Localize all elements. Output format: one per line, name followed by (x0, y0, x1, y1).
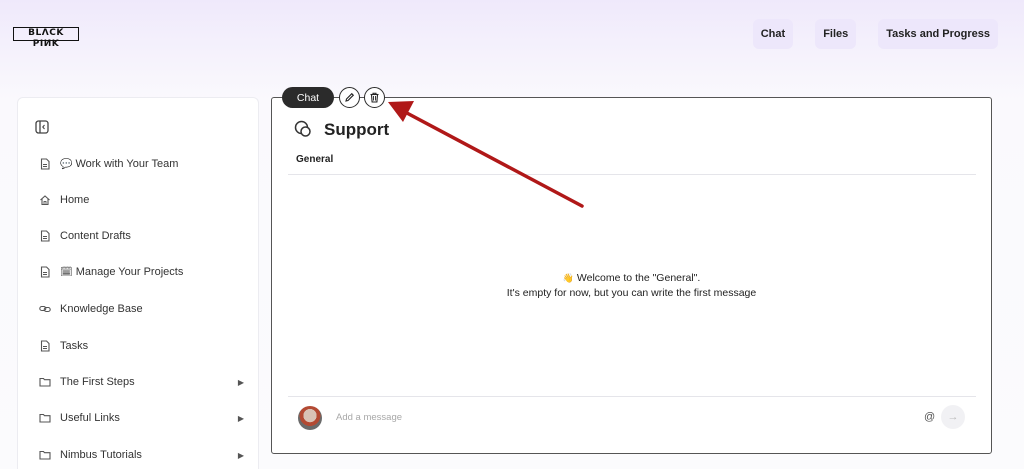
sidebar-item-the-first-steps[interactable]: The First Steps ▶ (39, 372, 244, 392)
folder-icon (39, 450, 51, 460)
chat-block-label[interactable]: Chat (282, 87, 334, 108)
tab-general[interactable]: General (296, 154, 333, 165)
sidebar-item-manage-your-projects[interactable]: 🗓 Manage Your Projects (39, 262, 244, 282)
sidebar-item-label: Useful Links (60, 412, 120, 424)
sidebar-item-label: Work with Your Team (75, 158, 179, 170)
welcome-line-1: Welcome to the "General". (576, 272, 701, 284)
chat-bubbles-icon (294, 120, 311, 137)
sidebar-item-label: The First Steps (60, 376, 135, 388)
top-navigation: Chat Files Tasks and Progress (752, 19, 998, 49)
brand-logo[interactable]: BLΛCK PIИK (13, 27, 79, 49)
home-icon (40, 195, 50, 206)
sidebar-item-label: Manage Your Projects (75, 266, 184, 278)
sidebar-item-home[interactable]: Home (39, 190, 244, 210)
delete-button[interactable] (364, 87, 385, 108)
sidebar-item-label: Tasks (60, 340, 89, 352)
sidebar-item-knowledge-base[interactable]: Knowledge Base (39, 299, 244, 319)
nav-chat-button[interactable]: Chat (752, 19, 794, 49)
top-bar: BLΛCK PIИK Chat Files Tasks and Progress (0, 0, 1024, 70)
expand-caret-icon[interactable]: ▶ (238, 451, 244, 460)
sidebar-item-nimbus-tutorials[interactable]: Nimbus Tutorials ▶ (39, 445, 244, 465)
chat-panel: Support General 👋 Welcome to the "General… (271, 97, 992, 454)
mention-button[interactable]: @ (924, 411, 935, 423)
trash-icon (370, 92, 379, 103)
page-icon (40, 266, 50, 278)
sidebar-item-work-with-your-team[interactable]: 💬 Work with Your Team (39, 154, 244, 174)
pencil-icon (345, 92, 355, 102)
message-composer: @ → (298, 404, 966, 432)
sidebar-item-label: Home (60, 194, 90, 206)
sidebar: 💬 Work with Your Team Home Content Draft… (17, 97, 259, 469)
sidebar-item-label: Nimbus Tutorials (60, 449, 142, 461)
wave-icon: 👋 (562, 273, 574, 283)
sidebar-item-label: Knowledge Base (60, 303, 143, 315)
sidebar-item-useful-links[interactable]: Useful Links ▶ (39, 408, 244, 428)
sidebar-item-content-drafts[interactable]: Content Drafts (39, 226, 244, 246)
chat-title: Support (324, 120, 390, 139)
page-icon (40, 158, 50, 170)
expand-caret-icon[interactable]: ▶ (238, 414, 244, 423)
edit-button[interactable] (339, 87, 360, 108)
empty-state-message: 👋 Welcome to the "General". It's empty fo… (272, 271, 991, 301)
folder-icon (39, 413, 51, 423)
nav-files-button[interactable]: Files (815, 19, 857, 49)
page-icon (40, 230, 50, 242)
welcome-line-2: It's empty for now, but you can write th… (506, 287, 757, 299)
sidebar-collapse-icon[interactable] (35, 120, 49, 134)
speech-bubble-icon: 💬 (60, 158, 73, 170)
divider (288, 174, 976, 175)
nav-tasks-button[interactable]: Tasks and Progress (878, 19, 998, 49)
sidebar-item-tasks[interactable]: Tasks (39, 336, 244, 356)
avatar[interactable] (298, 406, 322, 430)
message-input[interactable] (336, 412, 896, 423)
send-button[interactable]: → (941, 405, 965, 429)
divider (288, 396, 976, 397)
page-icon (40, 340, 50, 352)
expand-caret-icon[interactable]: ▶ (238, 378, 244, 387)
link-icon (39, 305, 51, 313)
sidebar-item-label: Content Drafts (60, 230, 131, 242)
calendar-icon: 🗓 (60, 266, 73, 278)
arrow-right-icon: → (947, 411, 959, 423)
folder-icon (39, 377, 51, 387)
